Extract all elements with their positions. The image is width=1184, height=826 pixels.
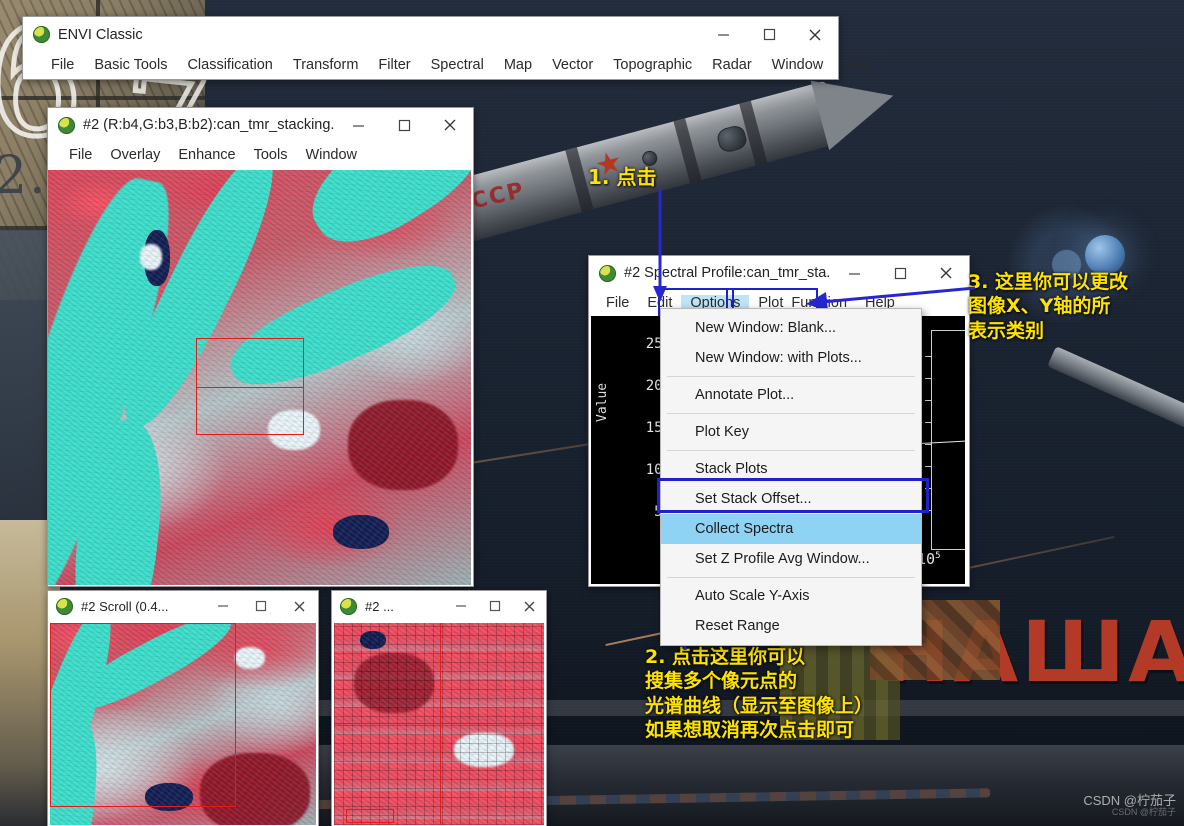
menu-topographic[interactable]: Topographic: [603, 57, 702, 73]
zoom-canvas[interactable]: [334, 623, 544, 825]
secondary-plot-tick: [925, 356, 931, 357]
menu-item-annotate-plot[interactable]: Annotate Plot...: [661, 380, 921, 410]
scroll-window-title: #2 Scroll (0.4...: [81, 599, 168, 614]
menu-file[interactable]: File: [60, 147, 101, 163]
menu-item-plot-key[interactable]: Plot Key: [661, 417, 921, 447]
annotation-step1: 1. 点击: [588, 165, 656, 191]
menu-classification[interactable]: Classification: [177, 57, 282, 73]
arrow-step1: [640, 190, 680, 310]
zoom-window-controls: [444, 591, 546, 621]
envi-leaf-icon: [33, 26, 50, 43]
menu-item-collect-spectra[interactable]: Collect Spectra: [661, 514, 921, 544]
menu-item-stack-plots[interactable]: Stack Plots: [661, 454, 921, 484]
envi-main-title: ENVI Classic: [58, 27, 143, 43]
image-window-titlebar[interactable]: #2 (R:b4,G:b3,B:b2):can_tmr_stacking...: [48, 108, 473, 142]
envi-main-titlebar[interactable]: ENVI Classic: [23, 17, 838, 52]
menu-tools[interactable]: Tools: [245, 147, 297, 163]
menu-window[interactable]: Window: [296, 147, 366, 163]
image-canvas-main[interactable]: [48, 170, 471, 585]
envi-leaf-icon: [599, 265, 616, 282]
minimize-button[interactable]: [700, 17, 746, 52]
close-button[interactable]: [427, 108, 473, 142]
scroll-window-controls: [204, 591, 318, 621]
menu-file[interactable]: File: [41, 57, 84, 73]
zoom-window[interactable]: #2 ...: [331, 590, 547, 826]
envi-leaf-icon: [56, 598, 73, 615]
menu-spectral[interactable]: Spectral: [421, 57, 494, 73]
crosshair-vertical: [440, 623, 441, 825]
scroll-window[interactable]: #2 Scroll (0.4...: [47, 590, 319, 826]
secondary-plot-tick: [925, 378, 931, 379]
menu-radar[interactable]: Radar: [702, 57, 762, 73]
annotation-step2: 2. 点击这里你可以 搜集多个像元点的 光谱曲线（显示至图像上） 如果想取消再次…: [645, 645, 873, 742]
scroll-canvas[interactable]: [50, 623, 316, 825]
secondary-plot-exponent: 5: [935, 551, 940, 561]
maximize-button[interactable]: [478, 591, 512, 621]
menu-item-set-stack-offset[interactable]: Set Stack Offset...: [661, 484, 921, 514]
maximize-button[interactable]: [381, 108, 427, 142]
image-display-window[interactable]: #2 (R:b4,G:b3,B:b2):can_tmr_stacking... …: [47, 107, 474, 587]
menu-file[interactable]: File: [597, 295, 638, 311]
menu-item-auto-scale-y-axis[interactable]: Auto Scale Y-Axis: [661, 581, 921, 611]
image-window-menubar[interactable]: File Overlay Enhance Tools Window: [48, 142, 473, 168]
secondary-plot-tick: [925, 510, 931, 511]
csdn-watermark: CSDN @柠茄子 CSDN @柠茄子: [1083, 794, 1176, 818]
menu-item-new-window-blank[interactable]: New Window: Blank...: [661, 313, 921, 343]
menu-vector[interactable]: Vector: [542, 57, 603, 73]
scroll-window-titlebar[interactable]: #2 Scroll (0.4...: [48, 591, 318, 621]
menu-basic-tools[interactable]: Basic Tools: [84, 57, 177, 73]
view-extent-box[interactable]: [50, 623, 236, 807]
annotation-step3: 3. 这里你可以更改 图像X、Y轴的所 表示类别: [968, 270, 1128, 343]
menu-overlay[interactable]: Overlay: [101, 147, 169, 163]
menu-map[interactable]: Map: [494, 57, 542, 73]
close-button[interactable]: [792, 17, 838, 52]
zoom-window-titlebar[interactable]: #2 ...: [332, 591, 546, 621]
secondary-plot-tick: [925, 444, 931, 445]
plot-y-axis-label: Value: [595, 383, 610, 422]
watermark-shadow: CSDN @柠茄子: [1083, 808, 1176, 818]
menu-separator: [667, 450, 915, 451]
secondary-plot-tick: [925, 466, 931, 467]
menu-separator: [667, 577, 915, 578]
menu-help[interactable]: Help: [833, 57, 883, 73]
crosshair-horizontal: [334, 723, 544, 724]
zoom-box-indicator[interactable]: [196, 386, 304, 435]
menu-transform[interactable]: Transform: [283, 57, 369, 73]
image-window-title: #2 (R:b4,G:b3,B:b2):can_tmr_stacking...: [83, 117, 335, 133]
wallpaper-moon: [1085, 235, 1125, 275]
image-window-controls: [335, 108, 473, 142]
maximize-button[interactable]: [242, 591, 280, 621]
minimize-button[interactable]: [335, 108, 381, 142]
secondary-plot-tick: [925, 400, 931, 401]
menu-separator: [667, 413, 915, 414]
menu-filter[interactable]: Filter: [368, 57, 420, 73]
envi-classic-main-window[interactable]: ENVI Classic File Basic Tools Classifica…: [22, 16, 839, 80]
envi-main-window-controls: [700, 17, 838, 52]
close-button[interactable]: [280, 591, 318, 621]
minimize-button[interactable]: [204, 591, 242, 621]
zoom-window-title: #2 ...: [365, 599, 394, 614]
watermark-text: CSDN @柠茄子: [1083, 793, 1176, 808]
zoom-box-indicator[interactable]: [196, 338, 304, 388]
secondary-plot-tick: [925, 488, 931, 489]
menu-window[interactable]: Window: [762, 57, 834, 73]
close-button[interactable]: [512, 591, 546, 621]
envi-main-menubar[interactable]: File Basic Tools Classification Transfor…: [23, 52, 838, 78]
minimize-button[interactable]: [444, 591, 478, 621]
menu-item-new-window-with-plots[interactable]: New Window: with Plots...: [661, 343, 921, 373]
options-dropdown-menu[interactable]: New Window: Blank... New Window: with Pl…: [660, 308, 922, 646]
pixel-grid-overlay: [334, 623, 544, 825]
maximize-button[interactable]: [746, 17, 792, 52]
menu-separator: [667, 376, 915, 377]
menu-enhance[interactable]: Enhance: [169, 147, 244, 163]
menu-item-set-z-profile-avg-window[interactable]: Set Z Profile Avg Window...: [661, 544, 921, 574]
envi-leaf-icon: [58, 117, 75, 134]
pixel-selection-box[interactable]: [346, 809, 394, 823]
screen-root: 6 7 2. 1 СССР ★ НАША МЕ: [0, 0, 1184, 826]
secondary-plot-tick: [925, 422, 931, 423]
envi-leaf-icon: [340, 598, 357, 615]
menu-item-reset-range[interactable]: Reset Range: [661, 611, 921, 641]
